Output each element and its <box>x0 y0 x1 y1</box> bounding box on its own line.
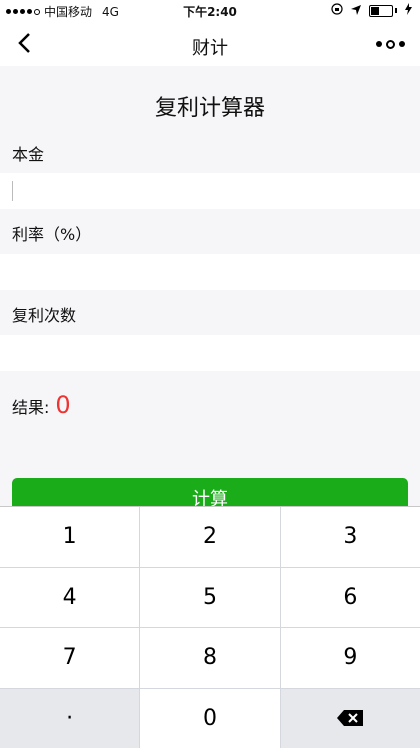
rate-input[interactable] <box>0 254 420 290</box>
key-6[interactable]: 6 <box>281 568 420 628</box>
key-1[interactable]: 1 <box>0 507 139 567</box>
principal-label: 本金 <box>12 141 44 165</box>
battery-icon <box>369 5 393 17</box>
key-decimal[interactable]: · <box>0 689 139 748</box>
key-7[interactable]: 7 <box>0 628 139 688</box>
key-3[interactable]: 3 <box>281 507 420 567</box>
key-backspace[interactable] <box>281 689 420 748</box>
more-dot-icon <box>376 41 382 47</box>
page-title: 复利计算器 <box>0 90 420 122</box>
battery-tip <box>395 8 397 13</box>
key-0[interactable]: 0 <box>140 689 279 748</box>
principal-input[interactable] <box>0 173 420 209</box>
result-value: 0 <box>55 391 70 419</box>
rate-label: 利率（%） <box>12 221 91 245</box>
more-dot-icon <box>399 41 405 47</box>
times-label: 复利次数 <box>12 302 76 326</box>
numeric-keyboard: 1 2 3 4 5 6 7 8 9 · 0 <box>0 506 420 748</box>
key-9[interactable]: 9 <box>281 628 420 688</box>
status-bar: 中国移动 4G 下午2:40 <box>0 0 420 22</box>
result-row: 结果: 0 <box>12 391 71 419</box>
more-button[interactable] <box>370 32 410 56</box>
status-right <box>331 3 412 18</box>
key-2[interactable]: 2 <box>140 507 279 567</box>
charging-icon <box>405 3 412 18</box>
nav-title: 财计 <box>0 34 420 60</box>
nav-bar: 财计 <box>0 22 420 66</box>
calculator-form: 复利计算器 本金 利率（%） 复利次数 结果: 0 计算 <box>0 66 420 506</box>
backspace-icon <box>337 710 363 726</box>
more-circle-icon <box>386 40 395 49</box>
key-4[interactable]: 4 <box>0 568 139 628</box>
result-label: 结果: <box>12 394 49 418</box>
key-8[interactable]: 8 <box>140 628 279 688</box>
location-icon <box>351 4 361 18</box>
text-caret <box>12 181 13 201</box>
key-5[interactable]: 5 <box>140 568 279 628</box>
times-input[interactable] <box>0 335 420 371</box>
rotation-lock-icon <box>331 3 343 18</box>
